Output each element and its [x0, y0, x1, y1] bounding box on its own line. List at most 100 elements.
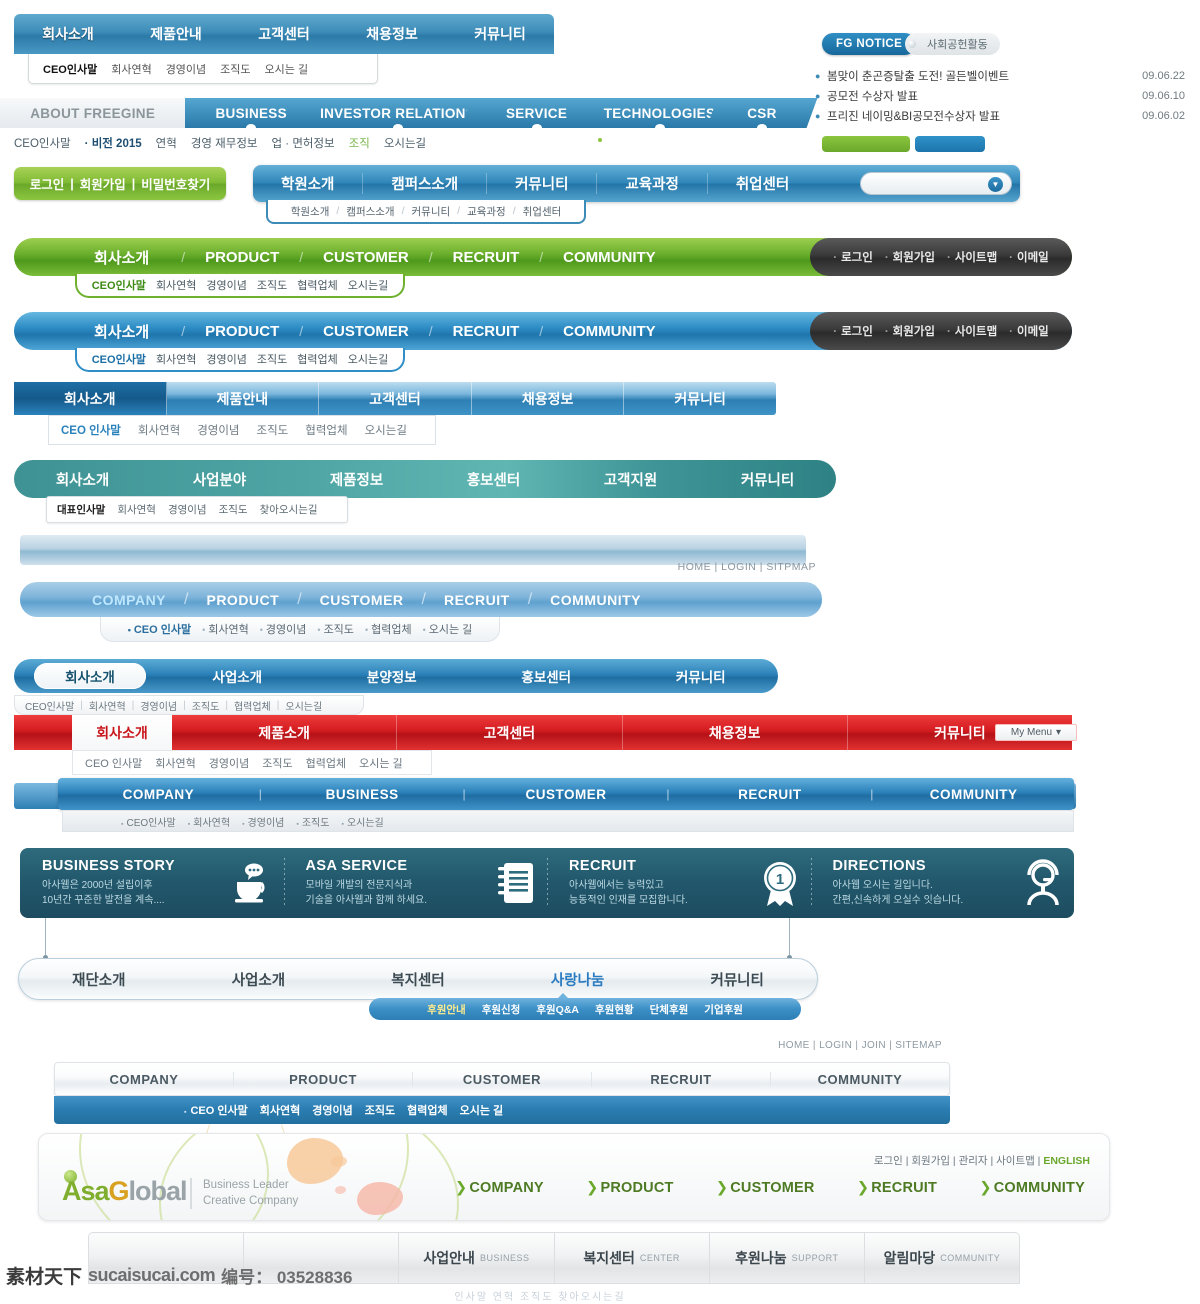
signup-link[interactable]: 회원가입: [80, 174, 126, 193]
blocksub-3[interactable]: 조직도: [257, 422, 289, 438]
green-item-0[interactable]: PRODUCT: [205, 249, 279, 266]
wsub-1[interactable]: 회사연혁: [260, 1102, 300, 1118]
soft-item-2[interactable]: CUSTOMER: [320, 592, 404, 608]
home-login-join-sitemap-links[interactable]: HOME | LOGIN | JOIN | SITEMAP: [700, 1040, 942, 1051]
nav2-sub-4[interactable]: 업 · 면허정보: [272, 135, 335, 151]
bsub-4[interactable]: 협력업체: [297, 351, 337, 367]
asa-menu-1[interactable]: ❯ PRODUCT: [586, 1180, 673, 1196]
fsub-2[interactable]: 후원Q&A: [536, 1002, 579, 1017]
rndsub-0[interactable]: CEO인사말: [25, 698, 74, 713]
softsub-4[interactable]: 협력업체: [365, 621, 411, 637]
ribsub-4[interactable]: 오시는길: [341, 814, 384, 829]
util-email[interactable]: 이메일: [1009, 249, 1049, 265]
green-item-kr[interactable]: 회사소개: [94, 247, 149, 268]
rnd-item-1[interactable]: 분양정보: [315, 666, 470, 686]
bot-cell-community[interactable]: 알림마당 COMMUNITY: [865, 1233, 1019, 1283]
edu-item-4[interactable]: 취업센터: [708, 173, 817, 194]
gsub-2[interactable]: 경영이념: [206, 277, 246, 293]
nav-green-main[interactable]: 회사소개 / PRODUCT / CUSTOMER / RECRUIT / CO…: [14, 238, 1072, 276]
nav-teal[interactable]: 회사소개 사업분야 제품정보 홍보센터 고객지원 커뮤니티: [14, 460, 836, 498]
fnav-item-0[interactable]: 재단소개: [19, 969, 179, 990]
gsub-4[interactable]: 협력업체: [297, 277, 337, 293]
ribsub-1[interactable]: 회사연혁: [188, 814, 230, 829]
fnav-item-3[interactable]: 사랑나눔: [498, 969, 658, 990]
foundation-submenu[interactable]: 후원안내 후원신청 후원Q&A 후원현황 단체후원 기업후원: [369, 998, 801, 1020]
nav2-item-5[interactable]: CSR: [723, 98, 818, 132]
ribsub-2[interactable]: 경영이념: [242, 814, 285, 829]
nav2-sub-2[interactable]: 연혁: [156, 135, 177, 151]
rnd-item-2[interactable]: 홍보센터: [469, 666, 624, 686]
list-item[interactable]: ● 공모전 수상자 발표 09.06.10: [815, 86, 1185, 106]
rndsub-2[interactable]: 경영이념: [140, 698, 177, 713]
white-item-2[interactable]: CUSTOMER: [413, 1071, 592, 1087]
rnd-active-pill[interactable]: 회사소개: [34, 663, 146, 689]
bsub-2[interactable]: 경영이념: [206, 351, 246, 367]
fnav-item-2[interactable]: 복지센터: [338, 969, 498, 990]
home-login-sitemap-links[interactable]: HOME | LOGIN | SITPMAP: [640, 561, 816, 573]
white-item-3[interactable]: RECRUIT: [592, 1071, 771, 1087]
gsub-0[interactable]: CEO인사말: [92, 277, 146, 293]
gsub-1[interactable]: 회사연혁: [156, 277, 196, 293]
nav-foundation[interactable]: 재단소개 사업소개 복지센터 사랑나눔 커뮤니티: [18, 958, 818, 1000]
soft-item-3[interactable]: RECRUIT: [444, 592, 510, 608]
util-login[interactable]: 로그인: [833, 249, 873, 265]
gsub-3[interactable]: 조직도: [257, 277, 287, 293]
block-item-3[interactable]: 채용정보: [472, 382, 625, 415]
fg-blue-button[interactable]: [915, 136, 985, 152]
nav-slanted-freegine[interactable]: ABOUT FREEGINE BUSINESS INVESTOR RELATIO…: [0, 98, 818, 132]
green-submenu[interactable]: CEO인사말 회사연혁 경영이념 조직도 협력업체 오시는길: [75, 274, 405, 298]
panel-cell-asa-service[interactable]: ASA SERVICE 모바일 개발의 전문지식과 기술을 아사웹과 함께 하세…: [283, 848, 548, 918]
bot-cell-center[interactable]: 복지센터 CENTER: [555, 1233, 710, 1283]
green-item-3[interactable]: COMMUNITY: [563, 249, 656, 266]
blocknav-submenu[interactable]: CEO 인사말 회사연혁 경영이념 조직도 협력업체 오시는길: [48, 415, 436, 445]
panel-cell-recruit[interactable]: RECRUIT 아사웹에서는 능력있고 능동적인 인재를 모집합니다. 1: [547, 848, 811, 918]
asa-menu-2[interactable]: ❯ CUSTOMER: [716, 1180, 815, 1196]
nav2-sub-1[interactable]: · 비전 2015: [85, 135, 142, 151]
nav1-item-2[interactable]: 고객센터: [230, 24, 338, 44]
blue-submenu[interactable]: CEO인사말 회사연혁 경영이념 조직도 협력업체 오시는길: [75, 348, 405, 372]
redsub-0[interactable]: CEO 인사말: [85, 755, 142, 771]
nav1-item-4[interactable]: 커뮤니티: [446, 24, 554, 44]
bsub-1[interactable]: 회사연혁: [156, 351, 196, 367]
softsub-2[interactable]: 경영이념: [260, 621, 306, 637]
edu-sub-3[interactable]: 교육과정: [467, 204, 506, 219]
nav1-item-3[interactable]: 채용정보: [338, 24, 446, 44]
edu-sub-4[interactable]: 취업센터: [523, 204, 562, 219]
util-login[interactable]: 로그인: [833, 323, 873, 339]
fg-notice-badge[interactable]: FG NOTICE: [822, 33, 917, 55]
fsub-1[interactable]: 후원신청: [482, 1002, 521, 1017]
redsub-3[interactable]: 조직도: [262, 755, 292, 771]
asa-login[interactable]: 로그인: [874, 1155, 903, 1167]
asaglobal-logo[interactable]: Asa G lobal: [62, 1176, 188, 1207]
blue-item-kr[interactable]: 회사소개: [94, 321, 149, 342]
rndsub-3[interactable]: 조직도: [192, 698, 220, 713]
red-item-1[interactable]: 고객센터: [397, 715, 623, 750]
teal-item-1[interactable]: 사업분야: [151, 469, 288, 490]
nav2-sub-0[interactable]: CEO인사말: [14, 135, 71, 151]
fnav-item-1[interactable]: 사업소개: [179, 969, 339, 990]
nav2-item-4[interactable]: TECHNOLOGIES: [595, 98, 742, 132]
asa-menu-4[interactable]: ❯ COMMUNITY: [979, 1180, 1085, 1196]
rndsub-5[interactable]: 오시는길: [285, 698, 322, 713]
blue-item-3[interactable]: COMMUNITY: [563, 323, 656, 340]
findpw-link[interactable]: 비밀번호찾기: [141, 174, 210, 193]
white-submenu[interactable]: CEO 인사말 회사연혁 경영이념 조직도 협력업체 오시는 길: [54, 1096, 950, 1124]
blue-item-0[interactable]: PRODUCT: [205, 323, 279, 340]
wsub-5[interactable]: 오시는 길: [460, 1102, 504, 1118]
edu-submenu[interactable]: 학원소개 / 캠퍼스소개 / 커뮤니티 / 교육과정 / 취업센터: [266, 200, 586, 224]
asa-menu-3[interactable]: ❯ RECRUIT: [857, 1180, 937, 1196]
nav2-sub-3[interactable]: 경영 재무정보: [191, 135, 258, 151]
fsub-0[interactable]: 후원안내: [427, 1002, 466, 1017]
teal-submenu[interactable]: 대표인사말 회사연혁 경영이념 조직도 찾아오시는길: [46, 496, 348, 523]
nav2-item-1[interactable]: BUSINESS: [185, 98, 335, 132]
gsub-5[interactable]: 오시는길: [348, 277, 388, 293]
panel-cell-business-story[interactable]: BUSINESS STORY 아사웹은 2000년 설립이후 10년간 꾸준한 …: [20, 848, 284, 918]
nav2-item-3[interactable]: SERVICE: [478, 98, 613, 132]
asa-menu-0[interactable]: ❯ COMPANY: [455, 1180, 544, 1196]
util-email[interactable]: 이메일: [1009, 323, 1049, 339]
white-item-4[interactable]: COMMUNITY: [771, 1072, 949, 1087]
blue-item-1[interactable]: CUSTOMER: [323, 323, 409, 340]
softsub-5[interactable]: 오시는 길: [423, 621, 473, 637]
edu-item-0[interactable]: 학원소개: [253, 173, 364, 194]
edu-select-dropdown[interactable]: ▼: [860, 172, 1012, 195]
